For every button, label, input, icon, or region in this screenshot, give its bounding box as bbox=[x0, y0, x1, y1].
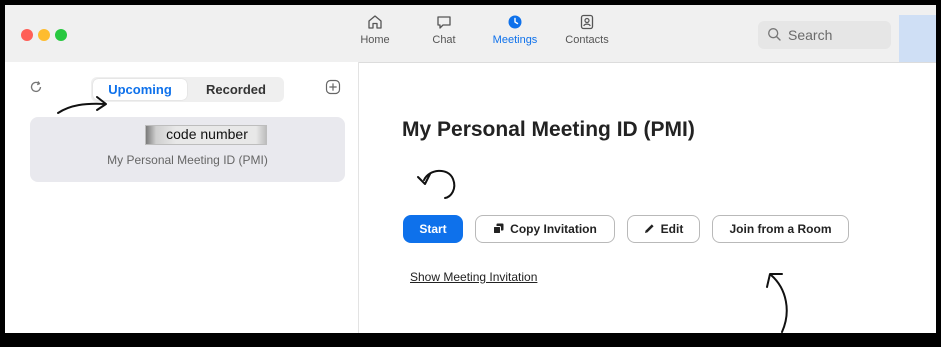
tab-contacts[interactable]: Contacts bbox=[557, 13, 617, 57]
edit-label: Edit bbox=[660, 222, 684, 236]
home-icon bbox=[355, 13, 395, 31]
add-meeting-button[interactable] bbox=[325, 79, 341, 100]
tab-recorded[interactable]: Recorded bbox=[191, 79, 281, 100]
edit-button[interactable]: Edit bbox=[627, 215, 700, 243]
plus-icon bbox=[325, 79, 341, 95]
meetings-filter: Upcoming Recorded bbox=[91, 77, 284, 102]
tab-chat-label: Chat bbox=[432, 34, 456, 46]
tab-chat[interactable]: Chat bbox=[424, 13, 464, 57]
meeting-code-label: code number bbox=[166, 126, 248, 142]
refresh-icon[interactable] bbox=[29, 80, 43, 99]
avatar[interactable] bbox=[899, 15, 936, 62]
chat-icon bbox=[424, 13, 464, 31]
title-bar: Home Chat Meetings Contacts Search bbox=[5, 5, 936, 63]
close-window-button[interactable] bbox=[21, 29, 33, 41]
copy-invitation-label: Copy Invitation bbox=[510, 222, 597, 236]
clock-icon bbox=[484, 13, 546, 31]
meeting-subtitle: My Personal Meeting ID (PMI) bbox=[107, 153, 268, 167]
tab-home-label: Home bbox=[360, 34, 390, 46]
app-window: Home Chat Meetings Contacts Search Upcom… bbox=[0, 0, 941, 347]
annotation-arrow-title bbox=[417, 169, 456, 199]
tab-home[interactable]: Home bbox=[355, 13, 395, 57]
search-input[interactable]: Search bbox=[758, 21, 891, 49]
show-invitation-link[interactable]: Show Meeting Invitation bbox=[410, 270, 537, 284]
minimize-window-button[interactable] bbox=[38, 29, 50, 41]
copy-invitation-button[interactable]: Copy Invitation bbox=[475, 215, 615, 243]
page-title: My Personal Meeting ID (PMI) bbox=[402, 118, 695, 141]
contacts-icon bbox=[557, 13, 617, 31]
search-label: Search bbox=[788, 27, 833, 43]
join-from-room-button[interactable]: Join from a Room bbox=[712, 215, 849, 243]
tab-meetings[interactable]: Meetings bbox=[484, 13, 546, 57]
zoom-window-button[interactable] bbox=[55, 29, 67, 41]
tab-upcoming[interactable]: Upcoming bbox=[93, 79, 187, 100]
copy-icon bbox=[493, 217, 504, 243]
tab-meetings-label: Meetings bbox=[492, 34, 538, 46]
start-button[interactable]: Start bbox=[403, 215, 463, 243]
tab-contacts-label: Contacts bbox=[565, 34, 609, 46]
sidebar: Upcoming Recorded code number My Persona… bbox=[5, 62, 359, 333]
pencil-icon bbox=[644, 217, 655, 243]
meeting-list-item[interactable]: code number My Personal Meeting ID (PMI) bbox=[30, 117, 345, 182]
annotation-arrow-join-room bbox=[766, 273, 788, 333]
search-icon bbox=[767, 27, 782, 45]
